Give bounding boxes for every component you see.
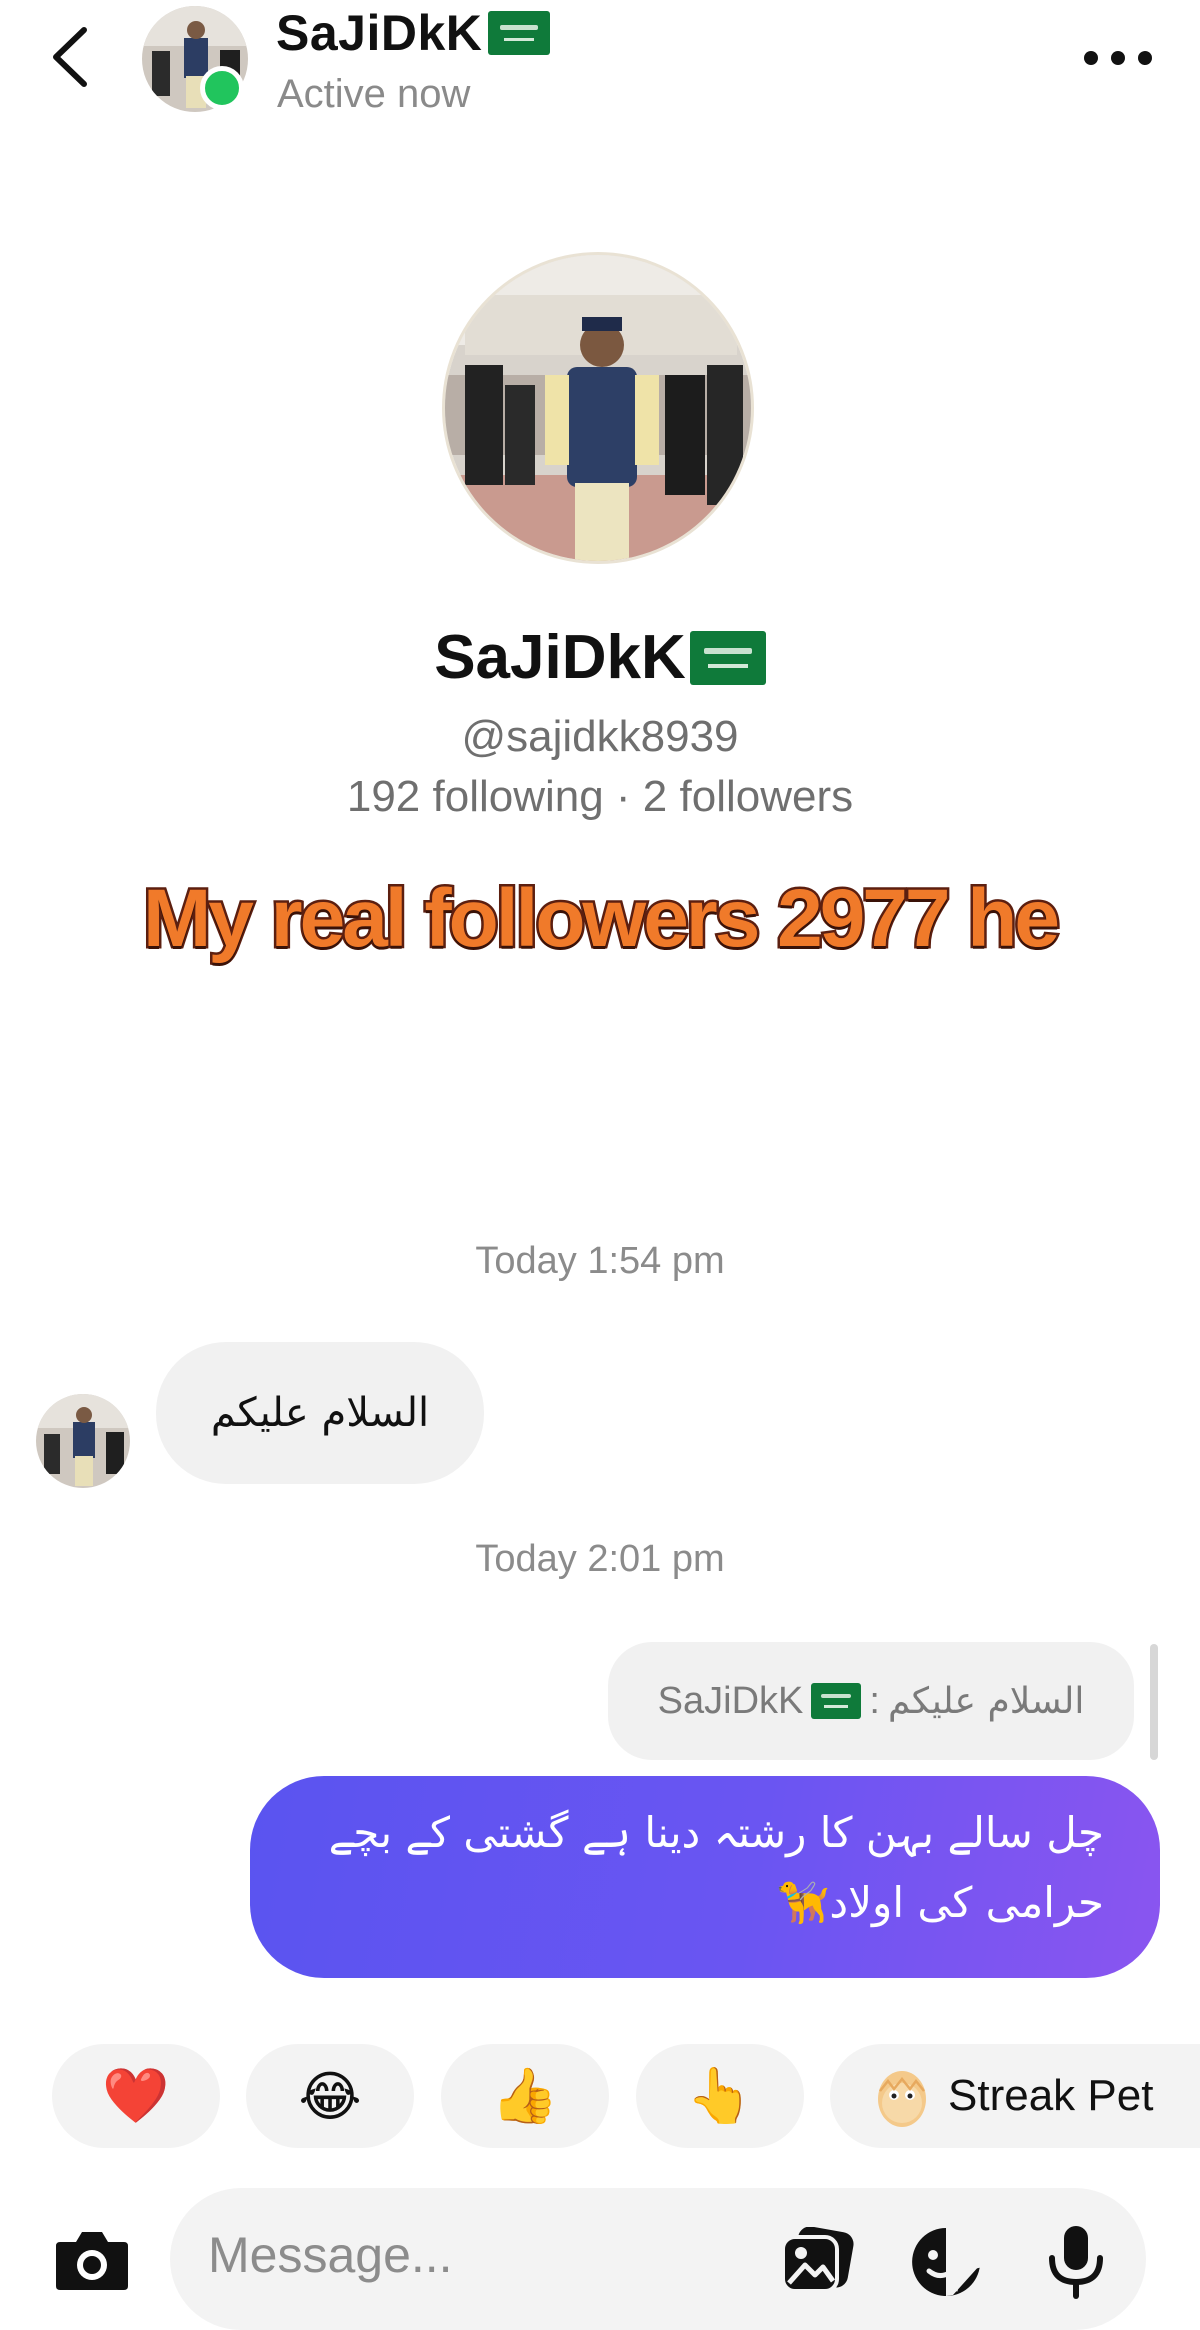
egg-pet-icon (878, 2071, 926, 2127)
outgoing-message-bubble[interactable]: چل سالے بہن کا رشتہ دینا ہے گشتی کے بچے … (250, 1776, 1160, 1978)
laughing-emoji: 😂 (298, 2064, 362, 2128)
message-input-placeholder: Message... (208, 2227, 453, 2283)
profile-handle: @sajidkk8939 (461, 712, 739, 761)
voice-message-button[interactable] (1034, 2222, 1118, 2302)
sticker-button[interactable] (904, 2222, 988, 2302)
streak-pet-label: Streak Pet (948, 2071, 1154, 2120)
saudi-flag-emoji (811, 1683, 862, 1719)
streak-pet-button[interactable]: Streak Pet (830, 2044, 1200, 2148)
microphone-icon (1049, 2226, 1103, 2299)
saudi-flag-emoji (689, 630, 766, 685)
more-horizontal-icon (1084, 51, 1152, 65)
reaction-pointing-up[interactable]: 👆 (636, 2044, 804, 2148)
chevron-left-icon (53, 27, 87, 87)
contact-name[interactable]: SaJiDkK (276, 4, 551, 62)
message-line: حرامی کی اولاد (829, 1878, 1104, 1927)
message-timestamp: Today 2:01 pm (475, 1538, 725, 1580)
presence-status: Active now (277, 72, 471, 116)
camera-icon (56, 2232, 128, 2290)
thumbs-up-emoji: 👍 (491, 2064, 559, 2127)
message-timestamp: Today 1:54 pm (475, 1240, 725, 1282)
profile-avatar[interactable] (442, 252, 754, 564)
saudi-flag-emoji (488, 11, 551, 55)
more-options-button[interactable] (1068, 28, 1168, 88)
pointing-hand-emoji: 👆 (686, 2064, 754, 2127)
sender-avatar[interactable] (36, 1394, 130, 1488)
overlay-caption: My real followers 2977 he (140, 871, 1062, 967)
back-button[interactable] (40, 22, 100, 92)
profile-follow-stats: 192 following · 2 followers (346, 772, 854, 821)
online-indicator (200, 66, 244, 110)
gallery-icon (781, 2227, 854, 2293)
sticker-icon (912, 2228, 981, 2296)
reaction-heart[interactable]: ❤️ (52, 2044, 220, 2148)
reaction-thumbs-up[interactable]: 👍 (441, 2044, 609, 2148)
camera-button[interactable] (48, 2222, 136, 2298)
guide-dog-emoji: 🦮 (777, 1878, 830, 1927)
reply-quote[interactable]: SaJiDkK : السلام علیکم (608, 1642, 1134, 1760)
reply-indicator-bar (1150, 1644, 1158, 1760)
heart-emoji: ❤️ (102, 2064, 170, 2127)
message-line: چل سالے بہن کا رشتہ دینا ہے گشتی کے بچے (328, 1808, 1104, 1857)
profile-name: SaJiDkK (0, 622, 1200, 693)
reaction-laughing[interactable]: 😂 (246, 2044, 414, 2148)
gallery-button[interactable] (776, 2222, 860, 2302)
incoming-message-bubble[interactable]: السلام علیکم (156, 1342, 484, 1484)
